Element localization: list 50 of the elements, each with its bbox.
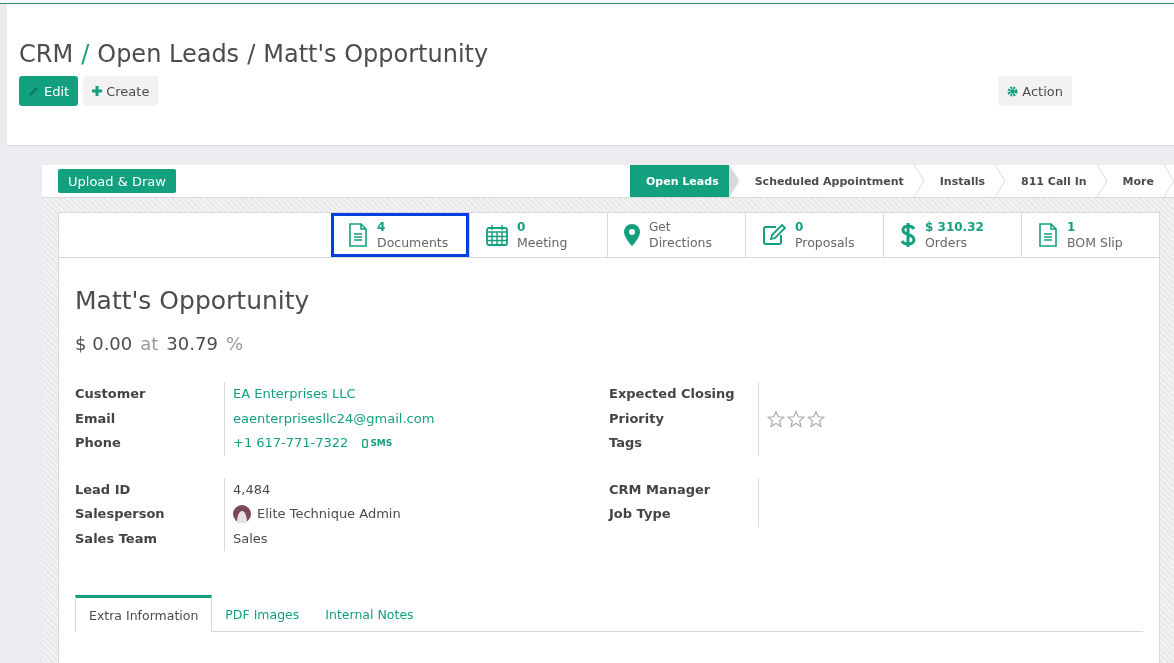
edit-button[interactable]: Edit: [19, 76, 79, 106]
field-label: Job Type: [609, 505, 672, 523]
field-label: Salesperson: [75, 505, 166, 523]
field-value: 4,484: [233, 480, 271, 499]
field-label: Customer: [75, 385, 147, 403]
calendar-icon: [486, 224, 508, 246]
star-icon[interactable]: [807, 409, 825, 428]
document-icon: [1038, 223, 1058, 247]
expected-revenue: $ 0.00: [75, 333, 133, 354]
probability: 30.79: [166, 333, 218, 354]
breadcrumb: Matt's Opportunity: [263, 40, 489, 68]
status-stage[interactable]: Open Leads: [630, 165, 729, 197]
breadcrumb[interactable]: Open Leads: [97, 40, 240, 68]
sms-link[interactable]: SMS: [362, 431, 393, 456]
phone-icon: [362, 438, 369, 448]
phone-link[interactable]: +1 617-771-7322: [233, 431, 349, 456]
create-button[interactable]: Create: [83, 76, 159, 106]
star-icon[interactable]: [767, 409, 785, 428]
edit-icon: [762, 224, 786, 246]
map-pin-icon: [624, 224, 640, 246]
notebook-tab[interactable]: Extra Information: [75, 595, 213, 632]
pencil-icon: [28, 85, 40, 97]
smart-button[interactable]: 4 Documents: [331, 213, 469, 257]
percent-sign: %: [225, 333, 243, 354]
field-label: CRM Manager: [609, 480, 712, 499]
field-label: Tags: [609, 434, 643, 452]
dollar-icon: [900, 222, 916, 248]
upload-draw-button[interactable]: Upload & Draw: [58, 169, 176, 193]
field-label: Lead ID: [75, 480, 132, 499]
breadcrumb-separator: /: [81, 40, 90, 68]
notebook-tab[interactable]: PDF Images: [212, 595, 313, 631]
field-label: Email: [75, 409, 117, 428]
field-label: Priority: [609, 409, 665, 428]
field-value: Sales: [233, 529, 268, 548]
action-button[interactable]: Action: [998, 76, 1072, 106]
star-icon[interactable]: [787, 409, 805, 428]
plus-icon: [92, 86, 103, 96]
field-label: Expected Closing: [609, 385, 736, 403]
breadcrumb-separator: /: [247, 40, 256, 68]
at-label: at: [140, 333, 159, 354]
field-link[interactable]: eaenterprisesllc24@gmail.com: [233, 406, 435, 431]
field-label: Phone: [75, 434, 122, 452]
document-icon: [348, 223, 368, 247]
breadcrumb[interactable]: CRM: [19, 40, 74, 68]
avatar-icon: [233, 505, 251, 524]
record-title: Matt's Opportunity: [75, 286, 311, 315]
field-link[interactable]: EA Enterprises LLC: [233, 382, 356, 407]
notebook-tab[interactable]: Internal Notes: [312, 595, 427, 631]
field-label: Sales Team: [75, 529, 158, 548]
field-value: Elite Technique Admin: [257, 505, 401, 523]
